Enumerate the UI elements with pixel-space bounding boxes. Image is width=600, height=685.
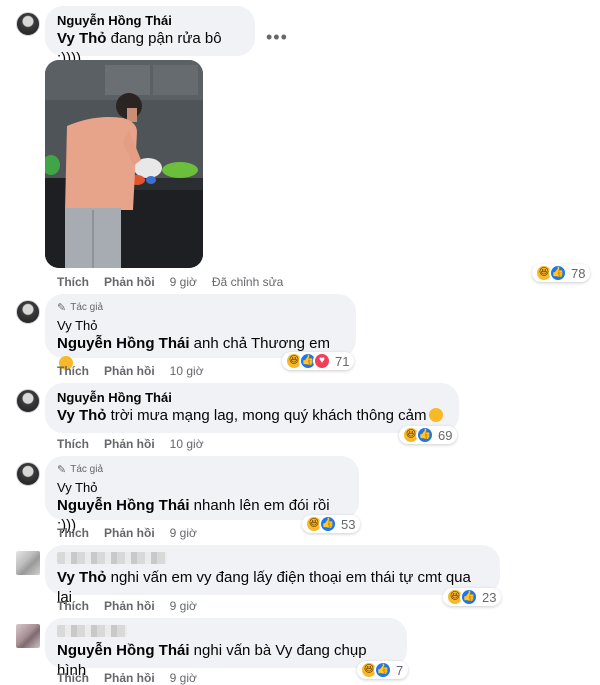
like-button[interactable]: Thích [57,364,89,378]
mention-tag[interactable]: Vy Thỏ [57,407,106,424]
like-reaction-icon: 👍 [416,426,434,444]
avatar[interactable] [16,389,40,413]
like-button[interactable]: Thích [57,671,89,685]
mention-tag[interactable]: Nguyễn Hồng Thái [57,642,190,659]
love-reaction-icon: ♥ [313,352,331,370]
reply-button[interactable]: Phản hồi [104,364,155,378]
like-reaction-icon: 👍 [460,588,478,606]
avatar[interactable] [16,551,40,575]
avatar[interactable] [16,300,40,324]
reaction-count: 69 [438,427,453,443]
timestamp[interactable]: 10 giờ [170,364,204,378]
comment-body: anh chả Thương em [189,335,331,352]
comment-body: trời mưa mạng lag, mong quý khách thông … [106,407,427,424]
attached-photo[interactable] [45,60,203,268]
like-button[interactable]: Thích [57,437,89,451]
like-button[interactable]: Thích [57,275,89,289]
comment-author[interactable]: Nguyễn Hồng Thái [57,13,243,29]
comment-actions: Thích Phản hồi 10 giờ [57,437,204,451]
badge-label: Tác giả [70,464,104,475]
comment-actions: Thích Phản hồi 9 giờ [57,599,197,613]
comment-text: Vy Thỏ trời mưa mạng lag, mong quý khách… [57,406,447,426]
comment-author[interactable] [57,625,395,641]
avatar[interactable] [16,12,40,36]
badge-label: Tác giả [70,302,104,313]
comment-bubble: Nguyễn Hồng Thái Vy Thỏ trời mưa mạng la… [45,383,459,433]
comment-actions: Thích Phản hồi 9 giờ Đã chỉnh sửa [57,275,283,289]
like-reaction-icon: 👍 [374,661,392,679]
mention-tag[interactable]: Vy Thỏ [57,569,106,586]
like-button[interactable]: Thích [57,599,89,613]
mention-tag[interactable]: Vy Thỏ [57,30,106,47]
comment-bubble: ✎ Tác giả Vy Thỏ Nguyễn Hồng Thái anh chả… [45,294,356,370]
blurred-author-name [57,552,167,564]
comment-bubble: Vy Thỏ nghi vấn em vy đang lấy điện thoạ… [45,545,500,606]
reaction-summary[interactable]: 😆 👍 53 [302,515,361,533]
edited-label[interactable]: Đã chỉnh sửa [212,275,283,289]
timestamp[interactable]: 10 giờ [170,437,204,451]
reaction-count: 7 [396,662,404,678]
reaction-summary[interactable]: 😆 👍 7 [357,661,409,679]
mention-tag[interactable]: Nguyễn Hồng Thái [57,335,190,352]
more-options-button[interactable]: ••• [266,27,288,48]
pencil-icon: ✎ [57,464,67,476]
comment-bubble: Nguyễn Hồng Thái nghi vấn bà Vy đang chụ… [45,618,407,679]
comment-actions: Thích Phản hồi 9 giờ [57,671,197,685]
timestamp[interactable]: 9 giờ [170,599,197,613]
timestamp[interactable]: 9 giờ [170,275,197,289]
reply-button[interactable]: Phản hồi [104,275,155,289]
blurred-author-name [57,625,127,637]
timestamp[interactable]: 9 giờ [170,526,197,540]
comment-author[interactable]: Nguyễn Hồng Thái [57,390,447,406]
like-button[interactable]: Thích [57,526,89,540]
avatar[interactable] [16,624,40,648]
like-reaction-icon: 👍 [319,515,337,533]
emoji-icon [428,408,443,422]
comment-actions: Thích Phản hồi 9 giờ [57,526,197,540]
mention-tag[interactable]: Nguyễn Hồng Thái [57,497,190,514]
photo-image [45,60,203,268]
avatar[interactable] [16,462,40,486]
reaction-summary[interactable]: 😆 👍 ♥ 71 [282,352,355,370]
author-badge: ✎ Tác giả [57,300,344,316]
author-badge: ✎ Tác giả [57,462,347,478]
reply-button[interactable]: Phản hồi [104,526,155,540]
comment-author[interactable] [57,552,488,568]
reaction-count: 78 [571,265,586,281]
reaction-count: 71 [335,353,350,369]
reaction-count: 53 [341,516,356,532]
comment-author[interactable]: Vy Thỏ [57,480,347,496]
pencil-icon: ✎ [57,302,67,314]
comment-actions: Thích Phản hồi 10 giờ [57,364,204,378]
comment-author[interactable]: Vy Thỏ [57,318,344,334]
comment-bubble: Nguyễn Hồng Thái Vy Thỏ đang pận rửa bô … [45,6,255,67]
reaction-summary[interactable]: 😆 👍 78 [532,264,591,282]
reply-button[interactable]: Phản hồi [104,437,155,451]
reaction-summary[interactable]: 😆 👍 69 [399,426,458,444]
reaction-count: 23 [482,589,497,605]
timestamp[interactable]: 9 giờ [170,671,197,685]
reaction-summary[interactable]: 😆 👍 23 [443,588,502,606]
reply-button[interactable]: Phản hồi [104,599,155,613]
comment-bubble: ✎ Tác giả Vy Thỏ Nguyễn Hồng Thái nhanh l… [45,456,359,534]
reply-button[interactable]: Phản hồi [104,671,155,685]
like-reaction-icon: 👍 [549,264,567,282]
